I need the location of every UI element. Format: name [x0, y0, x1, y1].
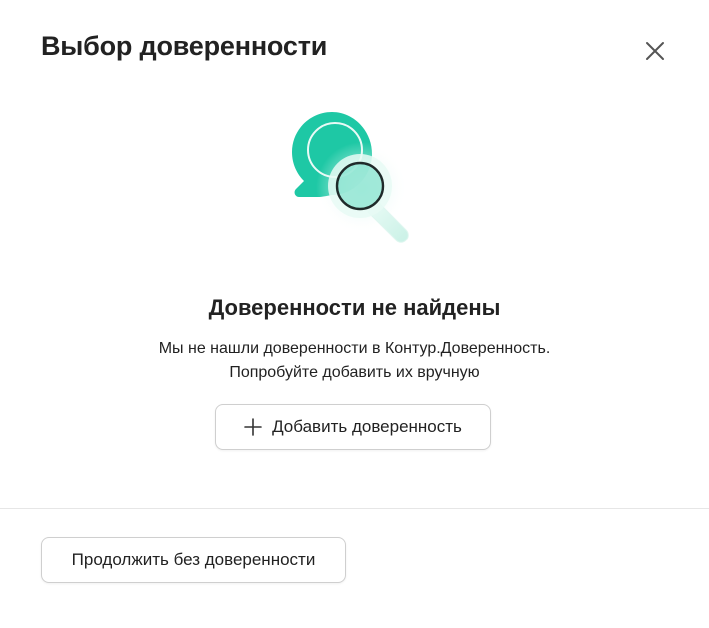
footer-divider: [0, 508, 709, 509]
close-button[interactable]: [640, 36, 670, 66]
close-icon: [646, 42, 664, 60]
plus-icon: [244, 418, 262, 436]
empty-state-title: Доверенности не найдены: [208, 295, 501, 320]
dialog-title: Выбор доверенности: [41, 31, 328, 61]
continue-without-proxy-button[interactable]: Продолжить без доверенности: [41, 537, 346, 583]
proxy-selection-dialog: Выбор доверенности Доверенности не найде…: [0, 0, 709, 628]
add-proxy-button-label: Добавить доверенность: [272, 417, 462, 436]
add-proxy-button[interactable]: Добавить доверенность: [215, 404, 491, 450]
empty-state-description: Мы не нашли доверенности в Контур.Довере…: [0, 337, 709, 385]
empty-state-description-line2: Попробуйте добавить их вручную: [229, 364, 480, 381]
empty-state-description-line1: Мы не нашли доверенности в Контур.Довере…: [158, 340, 551, 357]
search-not-found-illustration: [280, 104, 430, 254]
continue-without-proxy-button-label: Продолжить без доверенности: [71, 550, 316, 569]
